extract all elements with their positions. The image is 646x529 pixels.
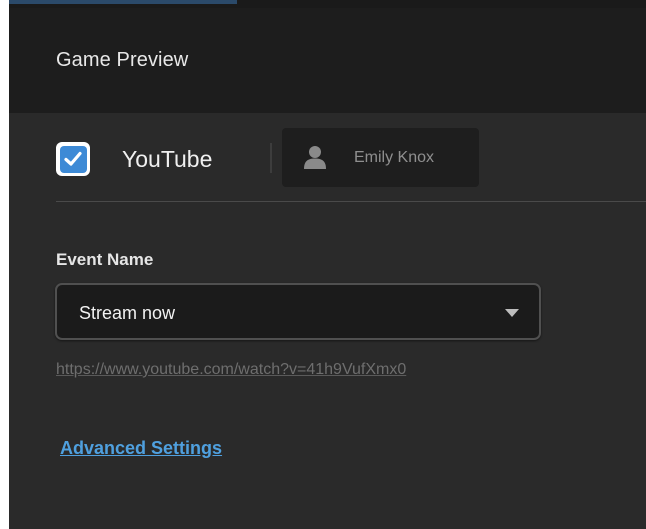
account-selector[interactable]: Emily Knox: [282, 128, 479, 187]
broadcast-settings-panel: Game Preview YouTube Emily Knox Event Na…: [0, 0, 646, 529]
advanced-settings-link[interactable]: Advanced Settings: [60, 438, 222, 459]
event-name-value: Stream now: [79, 303, 176, 323]
window-edge: [0, 0, 9, 529]
youtube-enable-checkbox[interactable]: [56, 142, 90, 176]
page-title: Game Preview: [56, 49, 189, 71]
separator: [270, 143, 272, 173]
caret-down-icon: [505, 309, 519, 317]
section-divider: [56, 201, 646, 202]
active-tab-indicator: [9, 0, 237, 4]
account-name: Emily Knox: [354, 149, 435, 166]
checkbox-fill: [59, 145, 87, 173]
event-name-label: Event Name: [56, 250, 154, 269]
user-silhouette-icon: [304, 146, 326, 169]
platform-label[interactable]: YouTube: [122, 146, 212, 173]
checkmark-icon: [64, 151, 82, 166]
event-name-select[interactable]: Stream now: [55, 283, 541, 340]
stream-url-link[interactable]: https://www.youtube.com/watch?v=41h9VufX…: [56, 361, 406, 379]
